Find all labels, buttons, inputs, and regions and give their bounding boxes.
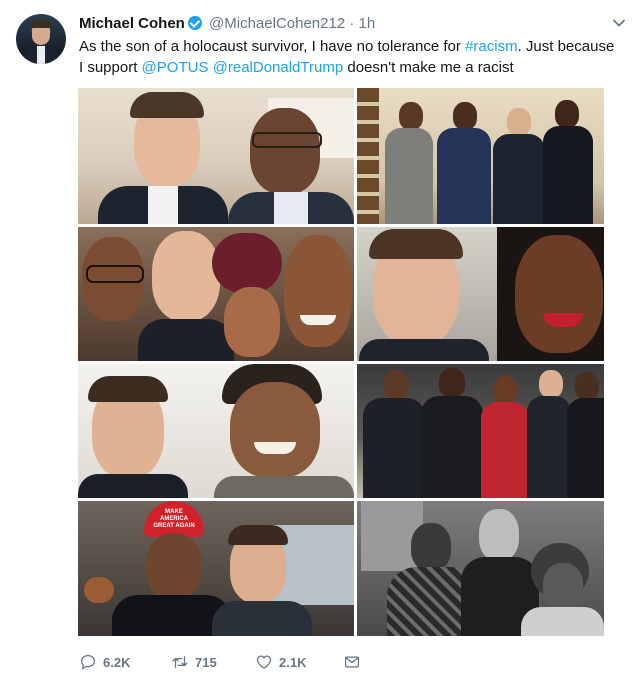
retweet-button[interactable]: 715 xyxy=(171,650,217,674)
chevron-down-icon[interactable] xyxy=(612,16,626,30)
photo-8-person-face xyxy=(479,509,519,561)
like-icon xyxy=(256,655,272,669)
reply-icon xyxy=(80,654,96,670)
photo-6-person-suit xyxy=(421,396,483,498)
tweet-text-part: doesn't make me a racist xyxy=(343,59,514,76)
photo-5-person-smile xyxy=(254,442,296,454)
photo-6-person-suit xyxy=(567,398,604,498)
photo-3-person-glasses xyxy=(86,265,144,283)
photo-2-person-face xyxy=(507,108,531,136)
photo-7-person-face xyxy=(146,533,202,599)
photo-2-person-suit xyxy=(543,126,593,224)
mention-link[interactable]: @realDonaldTrump xyxy=(213,59,344,76)
photo-2-person-suit xyxy=(437,128,491,224)
message-icon xyxy=(344,656,360,668)
avatar-shirt xyxy=(37,46,45,64)
photo-7-person-hair xyxy=(84,577,114,603)
photo-3-person-hair xyxy=(212,233,282,293)
photo-6-person-suit xyxy=(527,396,571,498)
photo-8-person-face xyxy=(543,563,583,609)
direct-message-button[interactable] xyxy=(343,650,367,674)
photo-5-person-suit xyxy=(214,476,354,498)
reply-count: 6.2K xyxy=(103,654,131,670)
tweet-text-part: As the son of a holocaust survivor, I ha… xyxy=(79,38,466,55)
photo-1-person-hair xyxy=(130,92,204,118)
like-count: 2.1K xyxy=(279,654,307,670)
photo-2-person-face xyxy=(399,102,423,130)
photo-2-person-face xyxy=(555,100,579,128)
photo-6-person-face xyxy=(493,376,517,404)
author-handle[interactable]: @MichaelCohen212 xyxy=(209,15,345,32)
photo-5[interactable] xyxy=(78,364,354,498)
photo-4-person-face xyxy=(515,235,603,353)
photo-3[interactable] xyxy=(78,227,354,361)
photo-4-person-hair xyxy=(369,229,463,259)
photo-3-person-face xyxy=(152,231,220,321)
photo-collage[interactable]: MAKE AMERICA GREAT AGAIN xyxy=(78,88,604,636)
photo-3-person-face xyxy=(224,287,280,357)
photo-6-person-face xyxy=(439,368,465,398)
tweet-actions: 6.2K 715 2.1K xyxy=(79,650,599,674)
photo-1-person-face xyxy=(250,108,320,194)
photo-6[interactable] xyxy=(357,364,604,498)
retweet-icon xyxy=(172,656,188,668)
photo-5-person-face xyxy=(230,382,320,478)
photo-8-person-face xyxy=(411,523,451,571)
reply-button[interactable]: 6.2K xyxy=(79,650,130,674)
photo-2-person-face xyxy=(453,102,477,130)
photo-4[interactable] xyxy=(357,227,604,361)
author-avatar[interactable] xyxy=(16,14,66,64)
mention-link[interactable]: @POTUS xyxy=(142,59,209,76)
photo-6-person-face xyxy=(383,370,409,400)
like-button[interactable]: 2.1K xyxy=(255,650,306,674)
photo-2-person-suit xyxy=(493,134,545,224)
photo-7[interactable]: MAKE AMERICA GREAT AGAIN xyxy=(78,501,354,636)
hashtag-link[interactable]: #racism xyxy=(465,38,518,55)
header-separator: · xyxy=(349,15,355,32)
photo-6-person-face xyxy=(539,370,563,398)
avatar-hair xyxy=(31,20,51,28)
photo-2-frames xyxy=(357,88,379,224)
author-name[interactable]: Michael Cohen xyxy=(79,15,185,32)
photo-8-person-dress xyxy=(521,607,604,636)
photo-6-person-suit xyxy=(363,398,425,498)
photo-1[interactable] xyxy=(78,88,354,224)
photo-3-person-suit xyxy=(138,319,234,361)
photo-7-person-hair xyxy=(228,525,288,545)
photo-3-person-smile xyxy=(300,315,336,325)
tweet-card[interactable]: Michael Cohen @MichaelCohen212 · 1h As t… xyxy=(0,0,642,680)
photo-5-person-suit xyxy=(78,474,188,498)
tweet-text: As the son of a holocaust survivor, I ha… xyxy=(79,36,619,78)
photo-2[interactable] xyxy=(357,88,604,224)
tweet-header: Michael Cohen @MichaelCohen212 · 1h xyxy=(79,14,602,34)
hat-slogan: MAKE AMERICA GREAT AGAIN xyxy=(153,508,195,529)
photo-1-person-shirt xyxy=(148,186,178,224)
photo-7-person-suit xyxy=(212,601,312,636)
photo-8[interactable] xyxy=(357,501,604,636)
photo-6-person-face xyxy=(575,372,599,400)
retweet-count: 715 xyxy=(195,654,217,670)
photo-3-person-face xyxy=(284,235,352,347)
photo-6-person-dress xyxy=(481,402,529,498)
photo-1-person-glasses xyxy=(252,132,322,148)
photo-5-person-hair xyxy=(88,376,168,402)
photo-7-hat: MAKE AMERICA GREAT AGAIN xyxy=(144,501,204,537)
verified-badge-icon xyxy=(187,16,202,30)
photo-2-person-suit xyxy=(385,128,433,224)
tweet-timestamp[interactable]: 1h xyxy=(359,15,376,32)
photo-4-person-suit xyxy=(359,339,489,361)
photo-1-person-shirt xyxy=(274,192,308,224)
